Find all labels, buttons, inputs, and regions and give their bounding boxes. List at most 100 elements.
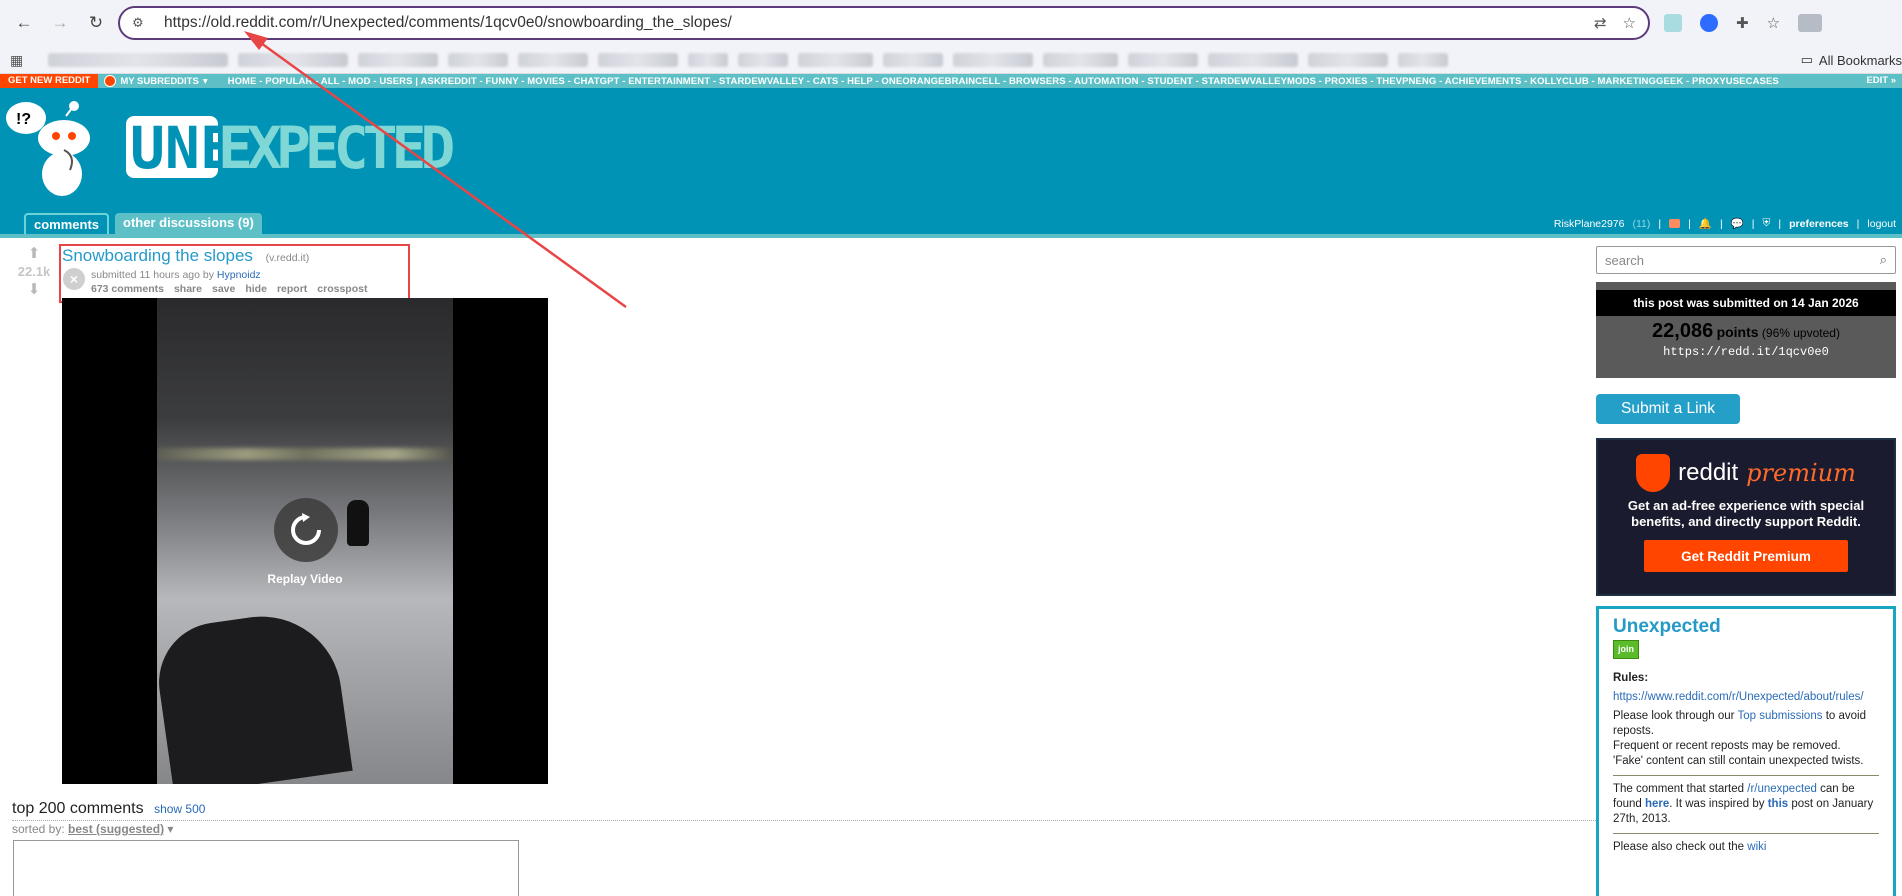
extension-icon[interactable] bbox=[1700, 14, 1718, 32]
bookmark-item[interactable] bbox=[798, 52, 873, 67]
get-new-reddit-link[interactable]: GET NEW REDDIT bbox=[0, 74, 99, 88]
this-link[interactable]: this bbox=[1768, 798, 1788, 810]
bookmark-item[interactable] bbox=[953, 52, 1033, 67]
svg-text:!?: !? bbox=[16, 111, 31, 128]
here-link[interactable]: here bbox=[1645, 798, 1669, 810]
bookmark-item[interactable] bbox=[358, 52, 438, 67]
chat-icon[interactable]: 💬 bbox=[1731, 217, 1744, 230]
show-more-comments-link[interactable]: show 500 bbox=[154, 802, 205, 816]
save-button[interactable]: save bbox=[212, 283, 235, 295]
user-bar: RiskPlane2976 (11) | | 🔔 | 💬 | ⛨ | prefe… bbox=[1553, 217, 1896, 230]
divider bbox=[1613, 833, 1879, 834]
preferences-link[interactable]: preferences bbox=[1789, 218, 1849, 230]
bookmark-item[interactable] bbox=[1308, 52, 1388, 67]
collapse-thumbnail-icon[interactable]: × bbox=[63, 268, 85, 290]
mail-icon[interactable] bbox=[1669, 219, 1681, 228]
history-paragraph: The comment that started /r/unexpected c… bbox=[1613, 782, 1879, 827]
back-icon[interactable]: ← bbox=[10, 9, 38, 37]
unexpected-banner-logo[interactable]: UNEXPECTED EXPECTED bbox=[126, 114, 540, 182]
bookmark-item[interactable] bbox=[738, 52, 788, 67]
rules-label: Rules: bbox=[1613, 672, 1649, 684]
reload-icon[interactable]: ↻ bbox=[82, 9, 110, 37]
bookmark-item[interactable] bbox=[1208, 52, 1298, 67]
subreddit-header: !? UNEXPECTED EXPECTED comments other di… bbox=[0, 88, 1902, 234]
tab-comments[interactable]: comments bbox=[24, 213, 110, 234]
history-text: The comment that started bbox=[1613, 783, 1745, 795]
profile-avatar[interactable] bbox=[1798, 14, 1823, 32]
downvote-arrow-icon[interactable]: ⬇ bbox=[14, 282, 54, 297]
svg-text:EXPECTED: EXPECTED bbox=[218, 114, 453, 182]
edit-subscriptions-link[interactable]: EDIT » bbox=[1866, 74, 1896, 88]
tab-other-discussions[interactable]: other discussions (9) bbox=[115, 213, 262, 234]
url-text[interactable]: https://old.reddit.com/r/Unexpected/comm… bbox=[164, 14, 1594, 32]
replay-button[interactable] bbox=[274, 498, 338, 562]
author-link[interactable]: Hypnoidz bbox=[217, 269, 261, 281]
replay-icon bbox=[291, 513, 321, 545]
comments-count-link[interactable]: 673 comments bbox=[91, 283, 164, 295]
comments-header: top 200 comments show 500 bbox=[12, 800, 1596, 821]
bookmarks-star-icon[interactable]: ☆ bbox=[1767, 14, 1780, 32]
crosspost-button[interactable]: crosspost bbox=[317, 283, 367, 295]
unexpected-link[interactable]: /r/unexpected bbox=[1747, 783, 1817, 795]
username-link[interactable]: RiskPlane2976 bbox=[1554, 218, 1625, 230]
submit-link-button[interactable]: Submit a Link bbox=[1596, 394, 1740, 424]
main-content: ⬆ 22.1k ⬇ Snowboarding the slopes (v.red… bbox=[0, 238, 1902, 896]
bookmark-item[interactable] bbox=[448, 52, 508, 67]
bookmark-item[interactable] bbox=[48, 52, 228, 67]
sort-dropdown[interactable]: best (suggested) bbox=[68, 822, 164, 836]
rules-text: Please look through our bbox=[1613, 710, 1735, 722]
rules-link[interactable]: https://www.reddit.com/r/Unexpected/abou… bbox=[1613, 691, 1864, 703]
bookmark-item[interactable] bbox=[598, 52, 678, 67]
bookmark-item[interactable] bbox=[1398, 52, 1448, 67]
bookmark-item[interactable] bbox=[518, 52, 588, 67]
extension-icon[interactable] bbox=[1664, 14, 1682, 32]
video-player[interactable]: Replay Video bbox=[62, 298, 548, 784]
points-label: points bbox=[1716, 324, 1759, 340]
join-button[interactable]: join bbox=[1613, 640, 1639, 659]
shortlink[interactable]: https://redd.it/1qcv0e0 bbox=[1596, 345, 1896, 359]
subreddit-links[interactable]: HOME - POPULAR - ALL - MOD - USERS | ASK… bbox=[214, 76, 1779, 87]
translate-icon[interactable]: ⇄ bbox=[1594, 14, 1607, 32]
my-subreddits-label: MY SUBREDDITS bbox=[120, 75, 199, 87]
share-button[interactable]: share bbox=[174, 283, 202, 295]
bookmark-item[interactable] bbox=[1043, 52, 1118, 67]
search-input[interactable]: search ⌕ bbox=[1596, 246, 1896, 274]
bookmark-item[interactable] bbox=[1128, 52, 1198, 67]
snoo-thinking-icon[interactable]: !? bbox=[4, 96, 94, 196]
report-button[interactable]: report bbox=[277, 283, 307, 295]
hide-button[interactable]: hide bbox=[245, 283, 267, 295]
divider bbox=[1613, 775, 1879, 776]
rules-text: 'Fake' content can still contain unexpec… bbox=[1613, 755, 1864, 767]
upvote-arrow-icon[interactable]: ⬆ bbox=[14, 246, 54, 261]
subreddit-info: Unexpected join Rules: https://www.reddi… bbox=[1596, 606, 1896, 896]
replay-video-label[interactable]: Replay Video bbox=[157, 572, 453, 586]
all-bookmarks-label: All Bookmarks bbox=[1818, 52, 1902, 68]
search-icon[interactable]: ⌕ bbox=[1880, 252, 1887, 268]
post-domain[interactable]: (v.redd.it) bbox=[266, 252, 310, 264]
forward-icon[interactable]: → bbox=[46, 9, 74, 37]
rules-text: Frequent or recent reposts may be remove… bbox=[1613, 740, 1841, 752]
post-title-row: Snowboarding the slopes (v.redd.it) bbox=[62, 246, 309, 266]
site-info-icon[interactable]: ⚙ bbox=[132, 15, 150, 31]
get-premium-button[interactable]: Get Reddit Premium bbox=[1644, 540, 1848, 572]
comment-textarea[interactable] bbox=[13, 840, 519, 896]
bell-icon[interactable]: 🔔 bbox=[1699, 217, 1712, 230]
address-bar[interactable]: ⚙ https://old.reddit.com/r/Unexpected/co… bbox=[118, 6, 1650, 40]
top-submissions-link[interactable]: Top submissions bbox=[1737, 710, 1822, 722]
post-title-link[interactable]: Snowboarding the slopes bbox=[62, 246, 253, 265]
dropdown-arrow-icon[interactable]: ▾ bbox=[167, 822, 173, 836]
logout-link[interactable]: logout bbox=[1867, 218, 1896, 230]
bookmark-item[interactable] bbox=[238, 52, 348, 67]
my-subreddits-dropdown[interactable]: MY SUBREDDITS ▾ bbox=[98, 75, 213, 87]
link-info-box: this post was submitted on 14 Jan 2026 2… bbox=[1596, 282, 1896, 378]
all-bookmarks-button[interactable]: ▭ All Bookmarks bbox=[1801, 52, 1902, 68]
bookmark-item[interactable] bbox=[688, 52, 728, 67]
bookmark-item[interactable] bbox=[883, 52, 943, 67]
apps-grid-icon[interactable]: ▦ bbox=[10, 52, 26, 68]
bookmark-star-icon[interactable]: ☆ bbox=[1623, 14, 1636, 32]
wiki-link[interactable]: wiki bbox=[1747, 841, 1766, 853]
shield-icon[interactable]: ⛨ bbox=[1763, 217, 1771, 230]
subreddit-name[interactable]: Unexpected bbox=[1613, 617, 1879, 636]
puzzle-icon[interactable]: ✚ bbox=[1736, 14, 1749, 32]
video-frame: Replay Video bbox=[157, 298, 453, 784]
